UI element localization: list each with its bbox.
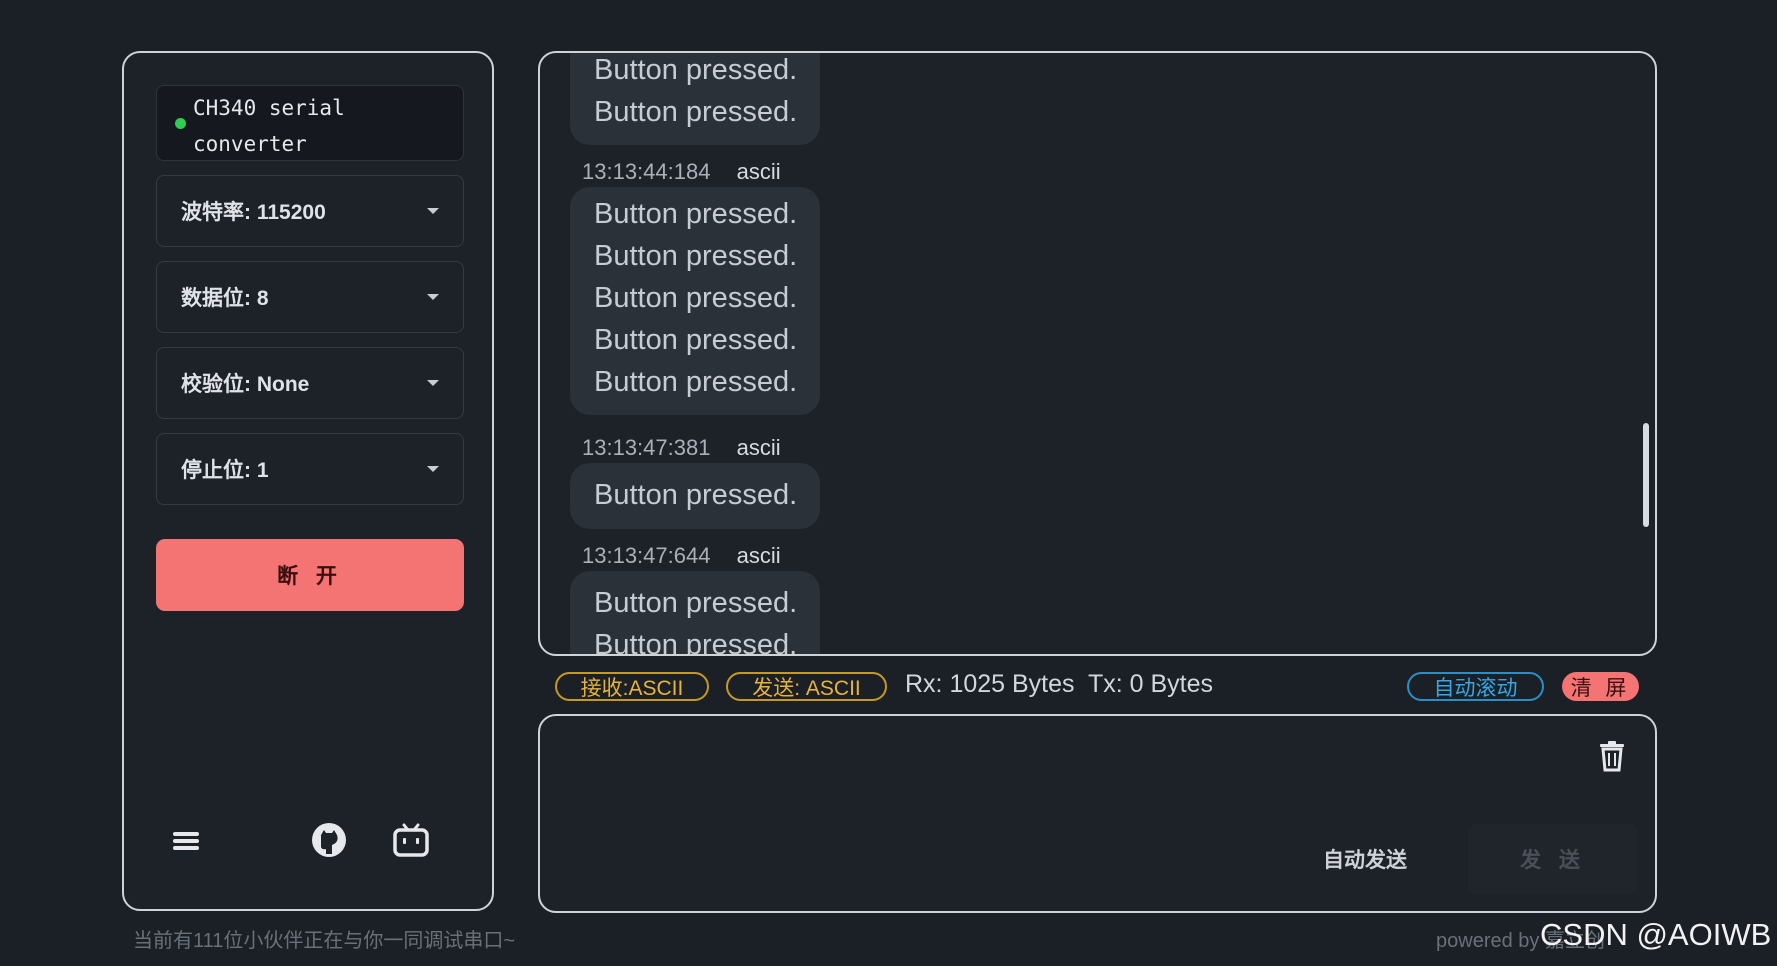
message-line: Button pressed.: [594, 587, 798, 619]
chevron-down-icon: [427, 208, 439, 214]
message-line: Button pressed.: [594, 54, 798, 86]
data-bits-label: 数据位: 8: [181, 287, 269, 310]
message-line: Button pressed.: [594, 240, 798, 272]
send-mode-button[interactable]: 发送: ASCII: [726, 672, 887, 701]
message-timestamp: 13:13:47:644: [582, 543, 711, 568]
receive-log-panel[interactable]: Button pressed. Button pressed. 13:13:44…: [538, 51, 1657, 656]
rx-byte-count: Rx: 1025 Bytes: [905, 670, 1075, 698]
menu-icon[interactable]: [172, 829, 200, 858]
message-line: Button pressed.: [594, 324, 798, 356]
message-encoding: ascii: [736, 159, 781, 184]
auto-send-toggle[interactable]: 自动发送: [1323, 844, 1407, 874]
stop-bits-label: 停止位: 1: [181, 459, 269, 482]
tx-byte-count: Tx: 0 Bytes: [1088, 670, 1214, 698]
receive-mode-button[interactable]: 接收:ASCII: [555, 672, 709, 701]
data-bits-select[interactable]: 数据位: 8: [156, 261, 464, 333]
send-button[interactable]: 发 送: [1468, 824, 1638, 894]
message-line: Button pressed.: [594, 366, 798, 398]
device-name-line2: converter: [193, 132, 307, 156]
message-encoding: ascii: [736, 543, 781, 568]
message-bubble: Button pressed. Button pressed. Button p…: [570, 187, 820, 415]
message-line: Button pressed.: [594, 96, 798, 128]
message-encoding: ascii: [736, 435, 781, 460]
message-bubble: Button pressed. Button pressed.: [570, 571, 820, 656]
message-line: Button pressed.: [594, 479, 798, 511]
message-timestamp: 13:13:44:184: [582, 159, 711, 184]
bilibili-icon[interactable]: [392, 821, 430, 864]
watermark: CSDN @AOIWB: [1540, 917, 1772, 952]
parity-label: 校验位: None: [181, 373, 310, 396]
trash-icon[interactable]: [1598, 740, 1626, 777]
stop-bits-select[interactable]: 停止位: 1: [156, 433, 464, 505]
device-name-line1: CH340 serial: [193, 96, 345, 120]
disconnect-button[interactable]: 断 开: [156, 539, 464, 611]
message-bubble: Button pressed.: [570, 463, 820, 529]
message-bubble: Button pressed. Button pressed.: [570, 53, 820, 145]
chevron-down-icon: [427, 294, 439, 300]
device-selector[interactable]: CH340 serial converter: [156, 85, 464, 161]
message-meta: 13:13:44:184 ascii: [582, 159, 781, 185]
chevron-down-icon: [427, 380, 439, 386]
message-line: Button pressed.: [594, 282, 798, 314]
connection-status-dot: [175, 118, 186, 129]
scrollbar-thumb[interactable]: [1643, 423, 1649, 527]
message-line: Button pressed.: [594, 629, 798, 656]
github-icon[interactable]: [310, 821, 348, 864]
message-timestamp: 13:13:47:381: [582, 435, 711, 460]
message-meta: 13:13:47:644 ascii: [582, 543, 781, 569]
online-users-text: 当前有111位小伙伴正在与你一同调试串口~: [133, 930, 516, 952]
baud-rate-label: 波特率: 115200: [181, 201, 326, 224]
message-line: Button pressed.: [594, 198, 798, 230]
send-panel: 自动发送 发 送: [538, 714, 1657, 913]
send-input[interactable]: [556, 730, 1456, 890]
clear-screen-button[interactable]: 清 屏: [1562, 672, 1639, 701]
baud-rate-select[interactable]: 波特率: 115200: [156, 175, 464, 247]
parity-select[interactable]: 校验位: None: [156, 347, 464, 419]
auto-scroll-toggle[interactable]: 自动滚动: [1407, 672, 1544, 701]
settings-panel: CH340 serial converter 波特率: 115200 数据位: …: [122, 51, 494, 911]
chevron-down-icon: [427, 466, 439, 472]
message-meta: 13:13:47:381 ascii: [582, 435, 781, 461]
